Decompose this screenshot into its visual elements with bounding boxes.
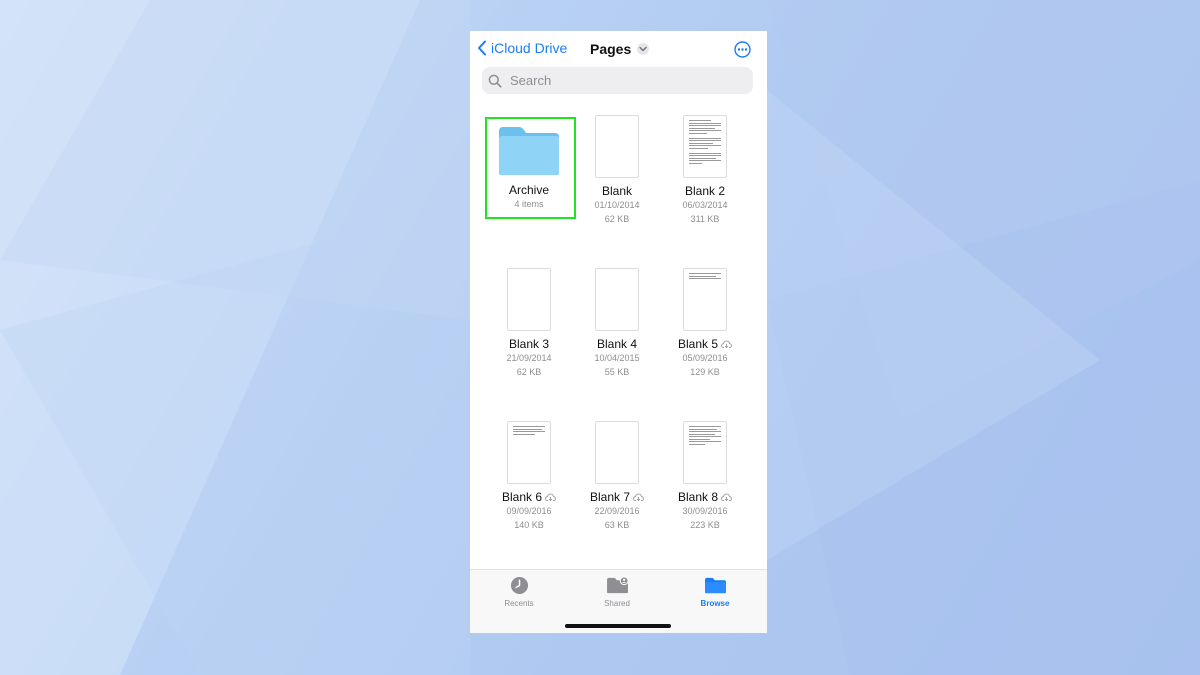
shared-folder-icon — [606, 576, 629, 594]
file-date: 06/03/2014 — [682, 200, 728, 210]
search-bar[interactable] — [482, 67, 753, 94]
chevron-down-icon — [637, 43, 650, 55]
file-name: Blank 4 — [596, 337, 638, 351]
file-size: 55 KB — [604, 367, 630, 377]
document-thumbnail — [507, 421, 551, 484]
file-name: Blank 6 — [485, 490, 573, 504]
selection-highlight — [485, 117, 576, 219]
document-thumbnail — [683, 115, 727, 178]
clock-icon — [510, 576, 528, 595]
tab-bar: Recents Shared Browse — [470, 569, 767, 633]
file-date: 21/09/2014 — [506, 353, 552, 363]
file-item[interactable]: Blank 7 22/09/2016 63 KB — [573, 421, 661, 531]
tab-recents[interactable]: Recents — [479, 576, 559, 608]
search-icon — [488, 74, 502, 88]
document-thumbnail — [595, 268, 639, 331]
file-date: 05/09/2016 — [682, 353, 728, 363]
document-thumbnail — [683, 421, 727, 484]
document-thumbnail — [595, 115, 639, 178]
file-size: 62 KB — [604, 214, 630, 224]
file-item[interactable]: Blank 01/10/2014 62 KB — [573, 115, 661, 225]
tab-browse[interactable]: Browse — [675, 576, 755, 608]
file-date: 10/04/2015 — [594, 353, 640, 363]
title-menu[interactable]: Pages — [590, 41, 650, 57]
search-input[interactable] — [508, 72, 742, 89]
file-size: 223 KB — [690, 520, 720, 530]
file-size: 63 KB — [604, 520, 630, 530]
document-thumbnail — [595, 421, 639, 484]
file-name: Blank 8 — [661, 490, 749, 504]
folder-icon — [704, 577, 726, 594]
file-size: 140 KB — [514, 520, 544, 530]
cloud-download-icon — [721, 493, 732, 501]
file-item[interactable]: Blank 5 05/09/2016 129 KB — [661, 268, 749, 378]
back-label: iCloud Drive — [491, 40, 568, 56]
file-item[interactable]: Blank 8 30/09/2016 223 KB — [661, 421, 749, 531]
file-date: 30/09/2016 — [682, 506, 728, 516]
tab-label: Shared — [604, 599, 630, 608]
cloud-download-icon — [721, 340, 732, 348]
file-date: 01/10/2014 — [594, 200, 640, 210]
cloud-download-icon — [633, 493, 644, 501]
file-date: 22/09/2016 — [594, 506, 640, 516]
nav-bar: iCloud Drive Pages — [470, 31, 767, 67]
tab-label: Recents — [504, 599, 534, 608]
file-name: Blank 2 — [684, 184, 726, 198]
file-name: Blank — [601, 184, 633, 198]
tab-shared[interactable]: Shared — [577, 576, 657, 608]
chevron-left-icon — [478, 40, 486, 56]
files-app-screen: iCloud Drive Pages Search Archive 4 item… — [470, 31, 767, 633]
file-name: Blank 7 — [573, 490, 661, 504]
file-item[interactable]: Blank 4 10/04/2015 55 KB — [573, 268, 661, 378]
file-size: 62 KB — [516, 367, 542, 377]
document-thumbnail — [683, 268, 727, 331]
file-name: Blank 3 — [508, 337, 550, 351]
file-item[interactable]: Blank 6 09/09/2016 140 KB — [485, 421, 573, 531]
file-date: 09/09/2016 — [506, 506, 552, 516]
file-item[interactable]: Blank 2 06/03/2014 311 KB — [661, 115, 749, 225]
file-size: 311 KB — [690, 214, 720, 224]
file-name: Blank 5 — [661, 337, 749, 351]
tab-label: Browse — [700, 599, 730, 608]
page-title: Pages — [590, 41, 632, 57]
more-options-icon[interactable] — [734, 41, 751, 58]
file-size: 129 KB — [690, 367, 720, 377]
cloud-download-icon — [545, 493, 556, 501]
document-thumbnail — [507, 268, 551, 331]
file-item[interactable]: Blank 3 21/09/2014 62 KB — [485, 268, 573, 378]
back-button[interactable]: iCloud Drive — [477, 40, 567, 56]
home-indicator — [565, 624, 671, 628]
